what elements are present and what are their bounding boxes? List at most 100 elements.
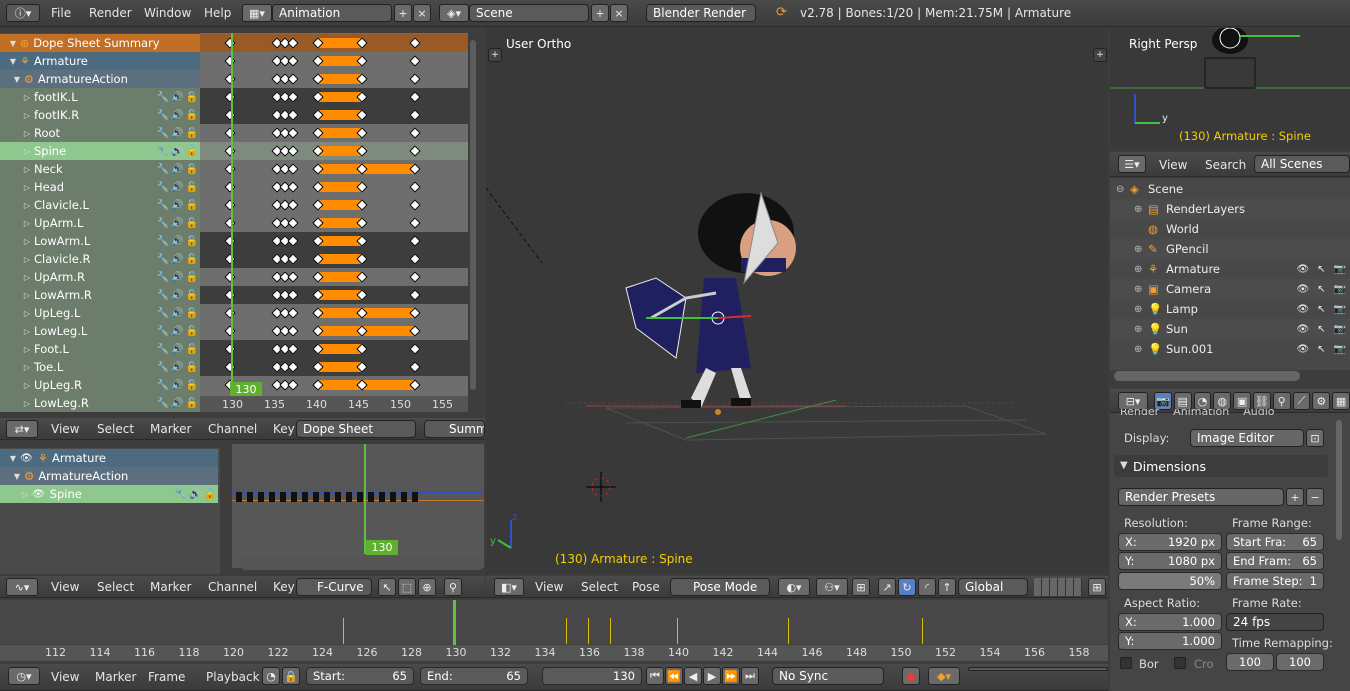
keyframe-diamond[interactable] <box>287 91 299 103</box>
outliner-toggles[interactable]: 👁 ↖ 📷 <box>1296 344 1346 355</box>
expand-arrow-icon[interactable]: ▷ <box>20 183 34 192</box>
channel-head[interactable]: ▷ Head 🔧 🔊 🔓 <box>0 178 200 196</box>
menu-pose[interactable]: Pose <box>632 580 660 594</box>
render-camera-icon[interactable]: 📷 <box>1334 284 1346 295</box>
select-arrow-icon[interactable]: ↖ <box>1317 344 1325 355</box>
channel-clavicle-r[interactable]: ▷ Clavicle.R 🔧 🔊 🔓 <box>0 250 200 268</box>
dopesheet-mode-select[interactable]: Dope Sheet <box>296 420 416 438</box>
keyframe-diamond[interactable] <box>287 271 299 283</box>
expand-arrow-icon[interactable]: ▷ <box>20 291 34 300</box>
keyframe-diamond[interactable] <box>287 289 299 301</box>
outliner-item-camera[interactable]: ⊕ ▣ Camera 👁 ↖ 📷 <box>1110 279 1350 299</box>
remove-layout-icon[interactable]: × <box>413 4 431 22</box>
eye-icon[interactable]: 👁 <box>1296 304 1309 315</box>
keyframe-diamond[interactable] <box>287 307 299 319</box>
expand-arrow-icon[interactable]: ▷ <box>20 345 34 354</box>
translate-icon[interactable]: ↗ <box>878 578 896 596</box>
menu-channel[interactable]: Channel <box>208 580 257 594</box>
subtab-render[interactable]: Render <box>1120 409 1159 419</box>
menu-view[interactable]: View <box>51 580 79 594</box>
modifier-wrench-icon[interactable]: 🔧 <box>157 308 169 319</box>
lock-icon[interactable]: 🔓 <box>186 362 198 373</box>
keyframe-diamond[interactable] <box>224 199 236 211</box>
graph-channel-armature[interactable]: ▼ 👁 ⚘ Armature <box>0 449 218 467</box>
keyframe-diamond[interactable] <box>287 325 299 337</box>
subtab-audio[interactable]: Audio <box>1243 409 1274 419</box>
keyframe-diamond[interactable] <box>409 73 421 85</box>
keyframe-diamond[interactable] <box>409 109 421 121</box>
expand-arrow-icon[interactable]: ▷ <box>18 490 32 499</box>
add-preset-icon[interactable]: + <box>1286 488 1304 506</box>
expand-arrow-icon[interactable]: ▷ <box>20 273 34 282</box>
mute-speaker-icon[interactable]: 🔊 <box>171 200 183 211</box>
lock-icon[interactable]: 🔓 <box>186 200 198 211</box>
modifier-wrench-icon[interactable]: 🔧 <box>157 146 169 157</box>
constraints-tab-icon[interactable]: ⛓ <box>1252 392 1271 410</box>
expand-arrow-icon[interactable]: ▷ <box>20 111 34 120</box>
outliner-item-world[interactable]: ◍ World <box>1110 219 1350 239</box>
graph-channel-spine[interactable]: ▷ 👁 Spine 🔧 🔊 🔓 <box>0 485 218 503</box>
expand-arrow-icon[interactable]: ▷ <box>20 381 34 390</box>
expand-icon[interactable]: ⊕ <box>1134 284 1148 295</box>
aspect-x-field[interactable]: X: 1.000 <box>1118 613 1222 631</box>
frame-step-field[interactable]: Frame Step: 1 <box>1226 572 1324 590</box>
channel-toggles[interactable]: 🔧 🔊 🔓 <box>157 128 198 139</box>
data-tab-icon[interactable]: ⚲ <box>1272 392 1291 410</box>
keyframe-row[interactable] <box>200 34 468 52</box>
keyframe-diamond[interactable] <box>287 253 299 265</box>
outliner-item-sun[interactable]: ⊕ 💡 Sun 👁 ↖ 📷 <box>1110 319 1350 339</box>
eye-icon[interactable]: 👁 <box>1296 264 1309 275</box>
keyframe-diamond[interactable] <box>409 271 421 283</box>
keyframe-diamond[interactable] <box>224 109 236 121</box>
channel-dope-sheet-summary[interactable]: ▼ ⊛ Dope Sheet Summary <box>0 34 200 52</box>
keyframe-diamond[interactable] <box>287 55 299 67</box>
channel-uparm-r[interactable]: ▷ UpArm.R 🔧 🔊 🔓 <box>0 268 200 286</box>
keyframe-diamond[interactable] <box>224 127 236 139</box>
layers-lock-icon[interactable]: ⊞ <box>1088 578 1106 596</box>
layers-tab-icon[interactable]: ▤ <box>1173 392 1192 410</box>
viewport-add-region-icon[interactable]: + <box>488 48 502 62</box>
keyframe-diamond[interactable] <box>287 181 299 193</box>
jump-start-icon[interactable]: ⏮ <box>646 667 664 685</box>
mute-speaker-icon[interactable]: 🔊 <box>171 218 183 229</box>
cursor-icon[interactable]: ↖ <box>378 578 396 596</box>
outliner-item-sun-001[interactable]: ⊕ 💡 Sun.001 👁 ↖ 📷 <box>1110 339 1350 359</box>
keyframe-diamond[interactable] <box>409 235 421 247</box>
render-camera-icon[interactable]: 📷 <box>1334 264 1346 275</box>
keyframe-row[interactable] <box>200 214 468 232</box>
keyframe-diamond[interactable] <box>224 343 236 355</box>
outliner-toggles[interactable]: 👁 ↖ 📷 <box>1296 264 1346 275</box>
keyframe-diamond[interactable] <box>224 55 236 67</box>
modifier-wrench-icon[interactable]: 🔧 <box>157 128 169 139</box>
modifier-wrench-icon[interactable]: 🔧 <box>157 218 169 229</box>
select-arrow-icon[interactable]: ↖ <box>1317 264 1325 275</box>
mute-speaker-icon[interactable]: 🔊 <box>171 272 183 283</box>
prev-keyframe-icon[interactable]: ⏪ <box>665 667 683 685</box>
channel-toggles[interactable]: 🔧 🔊 🔓 <box>157 218 198 229</box>
keyframe-diamond[interactable] <box>224 361 236 373</box>
expand-arrow-icon[interactable]: ▷ <box>20 219 34 228</box>
keyframe-diamond[interactable] <box>287 163 299 175</box>
keyframe-diamond[interactable] <box>287 343 299 355</box>
screen-layout-field[interactable]: Animation <box>272 4 392 22</box>
eye-icon[interactable]: 👁 <box>1296 344 1309 355</box>
channel-toggles[interactable]: 🔧 🔊 🔓 <box>157 236 198 247</box>
expand-icon[interactable]: ⊕ <box>1134 324 1148 335</box>
add-layout-icon[interactable]: + <box>394 4 412 22</box>
channel-toggles[interactable]: 🔧 🔊 🔓 <box>157 272 198 283</box>
mute-speaker-icon[interactable]: 🔊 <box>171 362 183 373</box>
frame-rate-select[interactable]: 24 fps <box>1226 613 1324 631</box>
expand-icon[interactable]: ⊕ <box>1134 344 1148 355</box>
render-camera-icon[interactable]: 📷 <box>1334 304 1346 315</box>
visibility-eye-icon[interactable]: 👁 <box>32 489 45 500</box>
channel-footik-l[interactable]: ▷ footIK.L 🔧 🔊 🔓 <box>0 88 200 106</box>
channel-footik-r[interactable]: ▷ footIK.R 🔧 🔊 🔓 <box>0 106 200 124</box>
keyframe-diamond[interactable] <box>287 361 299 373</box>
channel-toggles[interactable]: 🔧 🔊 🔓 <box>157 398 198 409</box>
channel-toggles[interactable]: 🔧 🔊 🔓 <box>157 344 198 355</box>
keyframe-diamond[interactable] <box>224 289 236 301</box>
menu-file[interactable]: File <box>51 6 71 20</box>
modifier-wrench-icon[interactable]: 🔧 <box>157 200 169 211</box>
keying-set-icon[interactable]: ◆▾ <box>928 667 960 685</box>
channel-toggles[interactable]: 🔧 🔊 🔓 <box>157 290 198 301</box>
